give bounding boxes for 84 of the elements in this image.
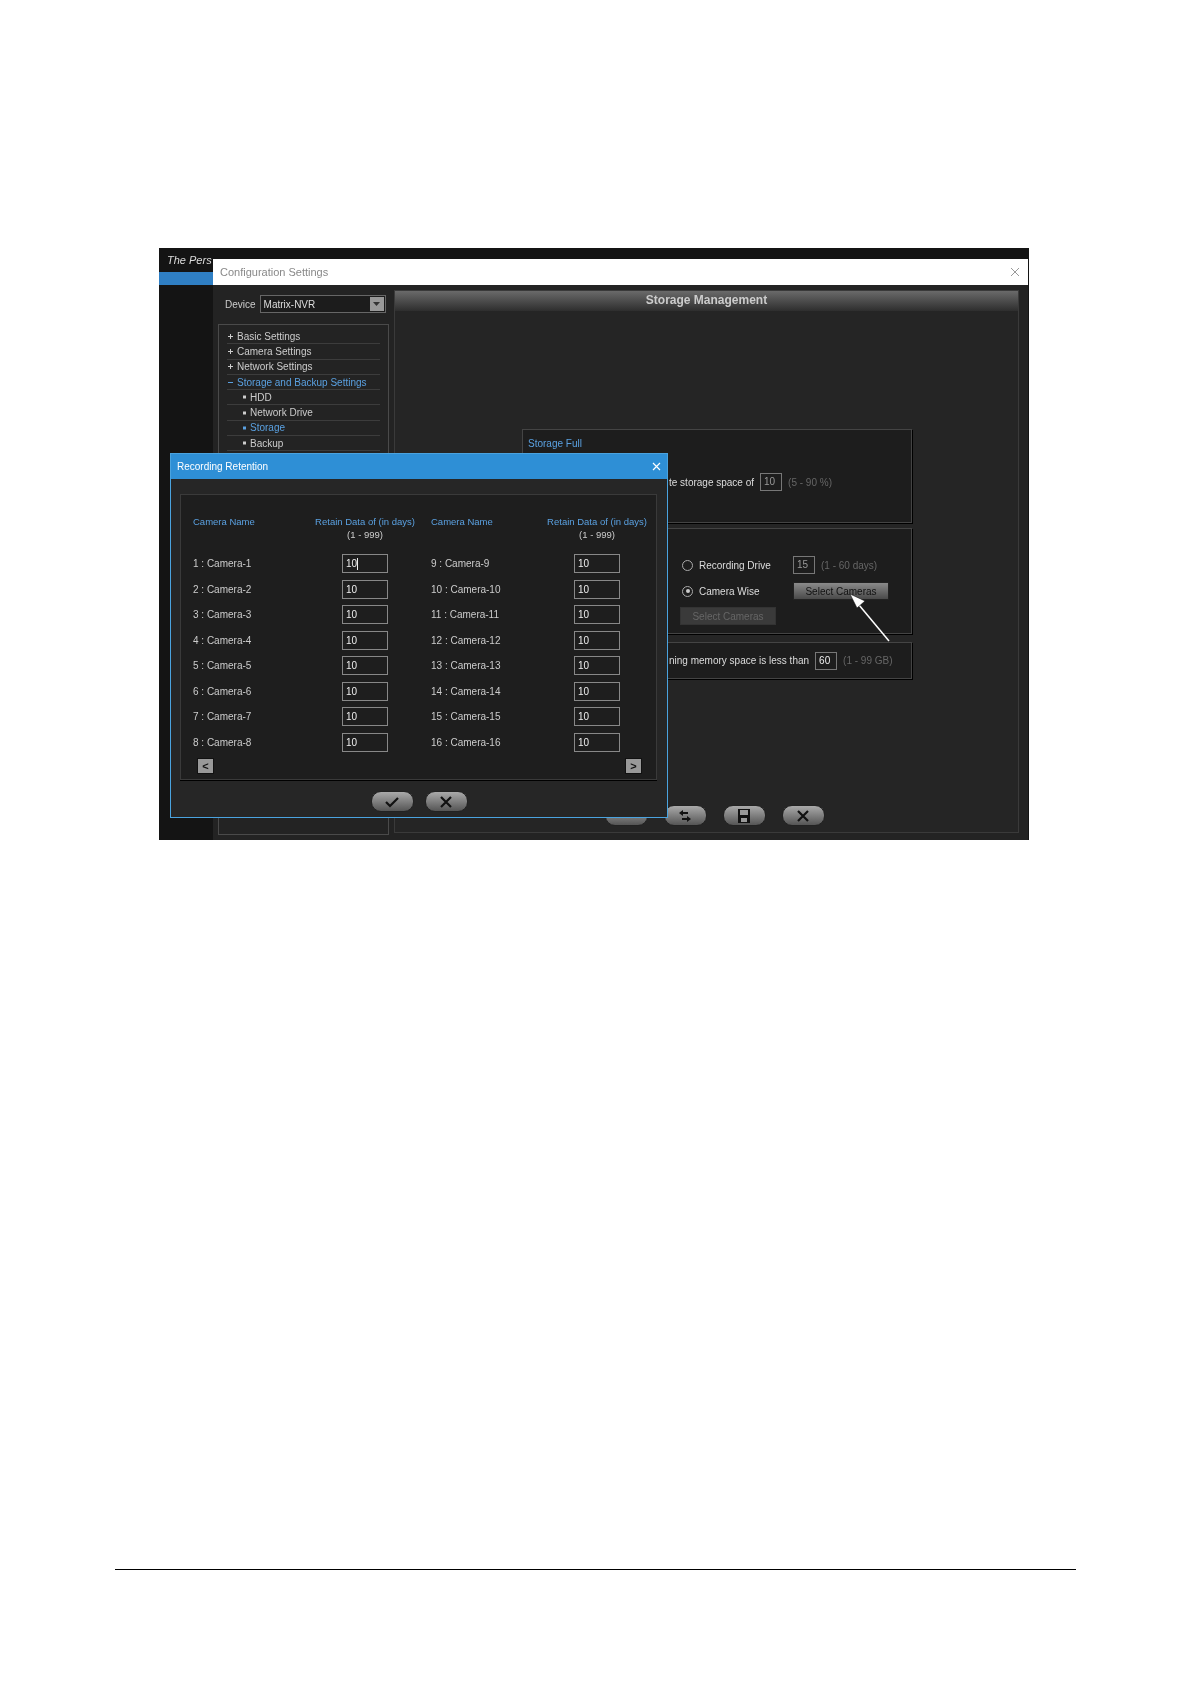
input-field[interactable]: 10 bbox=[342, 605, 388, 625]
close-icon bbox=[438, 793, 454, 810]
bullet-icon bbox=[243, 395, 247, 400]
toolbar-button[interactable] bbox=[781, 805, 825, 826]
bullet-icon bbox=[243, 441, 247, 446]
input-field[interactable]: 10 bbox=[342, 579, 388, 599]
toolbar-button[interactable] bbox=[722, 805, 766, 826]
input-field[interactable]: 15 bbox=[793, 556, 815, 574]
camera-name: 11 : Camera-11 bbox=[430, 608, 500, 623]
input-field[interactable]: 10 bbox=[760, 473, 783, 491]
ok-button[interactable] bbox=[370, 791, 414, 812]
field-label: te storage space of bbox=[669, 475, 755, 490]
cancel-button[interactable] bbox=[424, 791, 468, 812]
camera-name: 2 : Camera-2 bbox=[193, 582, 253, 597]
field-label: ning memory space is less than bbox=[669, 654, 810, 668]
range-hint: (1 - 99 GB) bbox=[843, 654, 893, 668]
camera-name: 7 : Camera-7 bbox=[193, 710, 253, 725]
option-label: Recording Drive bbox=[699, 558, 772, 573]
input-field[interactable]: 60 bbox=[815, 651, 838, 670]
input-field[interactable]: 10 bbox=[342, 732, 388, 752]
tree-item[interactable]: Storage and Backup Settings bbox=[227, 374, 380, 391]
input-field[interactable]: 10 bbox=[574, 681, 620, 701]
bullet-icon bbox=[243, 410, 247, 415]
camera-name: 3 : Camera-3 bbox=[193, 608, 253, 623]
device-dropdown[interactable]: Matrix-NVR bbox=[259, 295, 386, 313]
dialog-title: Recording Retention bbox=[177, 460, 269, 474]
camera-name: 5 : Camera-5 bbox=[193, 659, 253, 674]
bullet-icon bbox=[243, 425, 247, 430]
input-field[interactable]: 10 bbox=[342, 681, 388, 701]
column-header: Retain Data of (in days) (1 - 999) bbox=[314, 515, 416, 542]
tagline-text: The Pers bbox=[167, 253, 212, 268]
camera-name: 12 : Camera-12 bbox=[430, 633, 502, 648]
range-hint: (5 - 90 %) bbox=[788, 475, 832, 490]
expand-icon bbox=[227, 332, 234, 340]
tree-item[interactable]: Basic Settings bbox=[227, 329, 380, 345]
expand-icon bbox=[227, 347, 234, 355]
input-field[interactable]: 10 bbox=[342, 630, 388, 650]
camera-name: 9 : Camera-9 bbox=[430, 557, 491, 572]
panel-header: Storage Management bbox=[395, 291, 1018, 311]
input-field[interactable]: 10 bbox=[574, 707, 620, 727]
tree-item[interactable]: Backup bbox=[227, 436, 380, 452]
input-field[interactable]: 10 bbox=[342, 554, 388, 574]
camera-name: 15 : Camera-15 bbox=[430, 710, 502, 725]
column-header: Camera Name bbox=[430, 515, 494, 529]
option-label: Camera Wise bbox=[699, 584, 761, 599]
expand-icon bbox=[227, 363, 234, 371]
page-button[interactable]: > bbox=[625, 758, 642, 774]
camera-name: 14 : Camera-14 bbox=[430, 684, 502, 699]
tree-item[interactable]: HDD bbox=[227, 390, 380, 406]
column-header: Camera Name bbox=[193, 515, 256, 529]
close-icon bbox=[795, 807, 811, 824]
input-field[interactable]: 10 bbox=[574, 554, 620, 574]
toolbar-button[interactable] bbox=[663, 805, 707, 826]
close-icon bbox=[1010, 267, 1020, 277]
input-field[interactable]: 10 bbox=[342, 707, 388, 727]
camera-name: 13 : Camera-13 bbox=[430, 659, 502, 674]
input-field[interactable]: 10 bbox=[574, 732, 620, 752]
group-title: Storage Full bbox=[528, 437, 583, 451]
input-field[interactable]: 10 bbox=[342, 656, 388, 676]
input-field[interactable]: 10 bbox=[574, 630, 620, 650]
camera-name: 4 : Camera-4 bbox=[193, 633, 253, 648]
save-icon bbox=[736, 807, 752, 824]
camera-name: 10 : Camera-10 bbox=[430, 582, 502, 597]
camera-name: 16 : Camera-16 bbox=[430, 735, 502, 750]
camera-name: 6 : Camera-6 bbox=[193, 684, 253, 699]
input-field[interactable]: 10 bbox=[574, 656, 620, 676]
caret-icon bbox=[373, 302, 381, 306]
page-button[interactable]: < bbox=[197, 758, 214, 774]
tree-item[interactable]: Storage bbox=[227, 420, 380, 437]
close-button[interactable] bbox=[1010, 267, 1020, 277]
camera-name: 8 : Camera-8 bbox=[193, 735, 253, 750]
tree-item[interactable]: Camera Settings bbox=[227, 344, 380, 360]
device-label: Device bbox=[225, 297, 256, 312]
input-field[interactable]: 10 bbox=[574, 605, 620, 625]
input-field[interactable]: 10 bbox=[574, 579, 620, 599]
tree-item[interactable]: Network Settings bbox=[227, 359, 380, 375]
tree-item[interactable]: Network Drive bbox=[227, 405, 380, 421]
camera-name: 1 : Camera-1 bbox=[193, 557, 253, 572]
range-hint: (1 - 60 days) bbox=[821, 558, 878, 573]
window-title: Configuration Settings bbox=[220, 264, 329, 280]
refresh-icon bbox=[677, 807, 693, 824]
column-header: Retain Data of (in days) (1 - 999) bbox=[546, 515, 648, 542]
close-icon bbox=[652, 462, 661, 471]
menu-bar bbox=[159, 272, 213, 285]
